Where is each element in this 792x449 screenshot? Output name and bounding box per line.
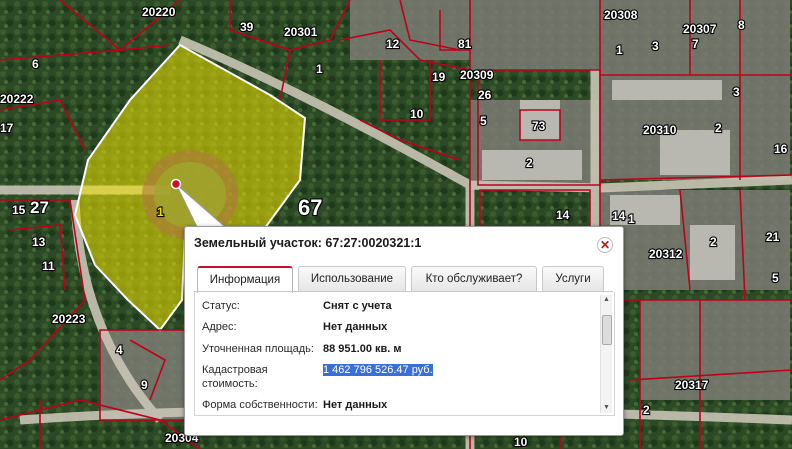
- label-4: 4: [116, 343, 123, 357]
- label-20309: 20309: [460, 68, 494, 82]
- label-20222: 20222: [0, 92, 34, 106]
- label-10b: 10: [514, 435, 528, 449]
- label-20220: 20220: [142, 5, 176, 19]
- label-1a: 1: [616, 43, 623, 57]
- label-15: 15: [12, 203, 26, 217]
- scroll-up-icon[interactable]: ▲: [602, 296, 611, 304]
- tab-information[interactable]: Информация: [197, 266, 293, 293]
- label-14b: 14: [612, 209, 626, 223]
- label-19: 19: [432, 70, 446, 84]
- tab-services[interactable]: Услуги: [542, 266, 604, 291]
- label-9: 9: [141, 378, 148, 392]
- label-13: 13: [32, 235, 46, 249]
- label-39: 39: [240, 20, 254, 34]
- ownership-label: Форма собственности:: [202, 399, 318, 411]
- label-20317: 20317: [675, 378, 709, 392]
- cadastral-cost-label-line1: Кадастровая: [202, 364, 268, 376]
- label-1c: 1: [316, 62, 323, 76]
- label-21: 21: [766, 230, 780, 244]
- label-6: 6: [32, 57, 39, 71]
- close-icon[interactable]: ✕: [597, 237, 613, 253]
- label-14: 14: [556, 208, 570, 222]
- label-20223: 20223: [52, 312, 86, 326]
- scrollbar-thumb[interactable]: [602, 315, 612, 345]
- area-label: Уточненная площадь:: [202, 343, 314, 355]
- cadastral-cost-value[interactable]: 1 462 796 526.47 руб.: [323, 364, 433, 376]
- label-20308: 20308: [604, 8, 638, 22]
- popup-title: Земельный участок: 67:27:0020321:1: [194, 236, 422, 250]
- label-8: 8: [738, 18, 745, 32]
- label-16: 16: [774, 142, 788, 156]
- info-panel: Статус: Снят с учета Адрес: Нет данных У…: [194, 292, 615, 416]
- label-20312: 20312: [649, 247, 683, 261]
- label-2d: 2: [643, 403, 650, 417]
- ownership-value: Нет данных: [323, 399, 388, 411]
- tab-who-serves[interactable]: Кто обслуживает?: [411, 266, 537, 291]
- scrollbar[interactable]: ▲ ▼: [600, 295, 612, 413]
- parcel-info-popup: Земельный участок: 67:27:0020321:1 ✕ Инф…: [184, 226, 624, 436]
- area-value: 88 951.00 кв. м: [323, 343, 402, 355]
- label-5b: 5: [772, 271, 779, 285]
- label-2c: 2: [710, 235, 717, 249]
- label-11: 11: [42, 259, 55, 273]
- cadastral-cost-label-line2: стоимость:: [202, 378, 258, 390]
- label-7a: 7: [692, 37, 699, 51]
- label-73: 73: [532, 119, 546, 133]
- scroll-down-icon[interactable]: ▼: [602, 404, 611, 412]
- label-2b: 2: [526, 156, 533, 170]
- label-20307: 20307: [683, 22, 717, 36]
- label-2a: 2: [715, 121, 722, 135]
- label-1-selected: 1: [157, 205, 164, 219]
- label-10: 10: [410, 107, 424, 121]
- label-67: 67: [298, 195, 322, 220]
- label-3b: 3: [652, 39, 659, 53]
- label-12: 12: [386, 37, 400, 51]
- label-5: 5: [480, 114, 487, 128]
- status-label: Статус:: [202, 300, 240, 312]
- label-26: 26: [478, 88, 492, 102]
- label-81: 81: [458, 37, 472, 51]
- address-label: Адрес:: [202, 321, 237, 333]
- location-marker[interactable]: [170, 178, 182, 190]
- address-value: Нет данных: [323, 321, 388, 333]
- label-17: 17: [0, 121, 14, 135]
- label-20301: 20301: [284, 25, 318, 39]
- label-1b: 1: [628, 212, 635, 226]
- tab-usage[interactable]: Использование: [298, 266, 406, 291]
- label-20310: 20310: [643, 123, 677, 137]
- label-3a: 3: [733, 85, 740, 99]
- status-value: Снят с учета: [323, 300, 392, 312]
- label-27: 27: [30, 198, 49, 217]
